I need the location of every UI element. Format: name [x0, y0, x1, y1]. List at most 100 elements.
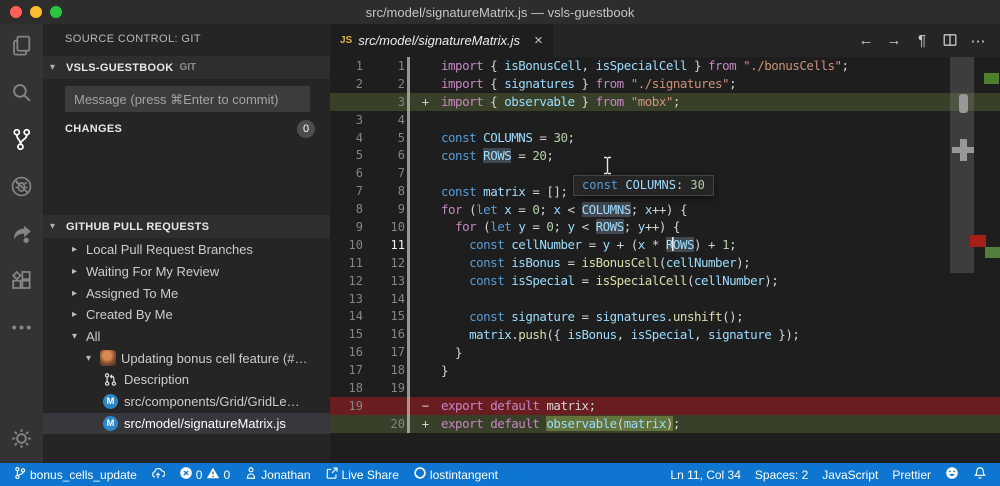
code-line[interactable]: 1213 const isSpecial = isSpecialCell(cel… — [330, 272, 1000, 290]
commit-message-input[interactable] — [65, 86, 310, 112]
new-line-number: 5 — [369, 131, 410, 145]
pull-request-icon — [103, 372, 118, 387]
tree-item[interactable]: ▸Assigned To Me — [43, 282, 330, 304]
vscode-window: src/model/signatureMatrix.js — vsls-gues… — [0, 0, 1000, 486]
tree-item-label: src/model/signatureMatrix.js — [124, 416, 286, 431]
code-line[interactable]: 19−export default matrix; — [330, 397, 1000, 415]
status-language-mode[interactable]: JavaScript — [815, 463, 885, 486]
chevron-right-icon: ▸ — [72, 288, 86, 299]
status-feedback[interactable] — [938, 463, 966, 486]
status-presence-status[interactable]: Jonathan — [237, 463, 317, 486]
status-github-account-status[interactable]: lostintangent — [406, 463, 505, 486]
tree-item[interactable]: ▸Local Pull Request Branches — [43, 239, 330, 261]
code-text: const COLUMNS = 30; — [441, 130, 575, 145]
status-live-share-status[interactable]: Live Share — [318, 463, 406, 486]
code-line[interactable]: 1314 — [330, 290, 1000, 308]
tab-signature-matrix[interactable]: JS src/model/signatureMatrix.js × — [330, 24, 553, 57]
code-text: const ROWS = 20; — [441, 148, 553, 163]
code-editor[interactable]: 11import { isBonusCell, isSpecialCell } … — [330, 57, 1000, 463]
tree-item-label: Waiting For My Review — [86, 264, 219, 279]
status-cursor-position[interactable]: Ln 11, Col 34 — [663, 463, 748, 486]
new-line-number: 16 — [369, 327, 410, 341]
tree-item[interactable]: ▸Waiting For My Review — [43, 261, 330, 283]
status-notifications[interactable] — [966, 463, 994, 486]
code-line[interactable]: 1718} — [330, 361, 1000, 379]
activity-item-source-control[interactable] — [0, 118, 43, 165]
chevron-right-icon: ▸ — [72, 266, 86, 277]
code-line[interactable]: 3+import { observable } from "mobx"; — [330, 93, 1000, 111]
old-line-number: 7 — [330, 184, 369, 198]
status-sync-status[interactable] — [144, 463, 172, 486]
traffic-light-minimize[interactable] — [30, 6, 42, 18]
code-line[interactable]: 1415 const signature = signatures.unshif… — [330, 307, 1000, 325]
code-line[interactable]: 1617 } — [330, 343, 1000, 361]
traffic-light-zoom[interactable] — [50, 6, 62, 18]
diff-marker: − — [410, 399, 441, 413]
tree-item[interactable]: Msrc/components/Grid/GridLe… — [43, 391, 330, 413]
code-line[interactable]: 89for (let x = 0; x < COLUMNS; x++) { — [330, 200, 1000, 218]
tree-item[interactable]: ▾Updating bonus cell feature (#… — [43, 347, 330, 369]
forward-button[interactable]: → — [880, 32, 908, 49]
code-line[interactable]: 45const COLUMNS = 30; — [330, 129, 1000, 147]
new-line-number: 6 — [369, 148, 410, 162]
tree-item[interactable]: Msrc/model/signatureMatrix.js — [43, 413, 330, 435]
sidebar: SOURCE CONTROL: GIT ▾ VSLS-GUESTBOOK GIT… — [43, 24, 330, 463]
window-title: src/model/signatureMatrix.js — vsls-gues… — [0, 5, 1000, 20]
activity-item-explorer[interactable] — [0, 24, 43, 71]
activity-item-settings[interactable] — [0, 419, 43, 463]
code-line[interactable]: 1011 const cellNumber = y + (x * ROWS) +… — [330, 236, 1000, 254]
old-line-number: 10 — [330, 238, 369, 252]
status-indentation[interactable]: Spaces: 2 — [748, 463, 815, 486]
code-line[interactable]: 11import { isBonusCell, isSpecialCell } … — [330, 57, 1000, 75]
scm-section-header[interactable]: ▾ VSLS-GUESTBOOK GIT — [43, 56, 330, 79]
code-line[interactable]: 1819 — [330, 379, 1000, 397]
traffic-light-close[interactable] — [10, 6, 22, 18]
status-git-branch-status[interactable]: bonus_cells_update — [6, 463, 144, 486]
scm-section-label: VSLS-GUESTBOOK — [66, 62, 174, 74]
pr-section-header[interactable]: ▾ GITHUB PULL REQUESTS — [43, 215, 330, 238]
old-line-number: 14 — [330, 309, 369, 323]
code-line[interactable]: 34 — [330, 111, 1000, 129]
warning-icon — [206, 466, 220, 483]
sidebar-title: SOURCE CONTROL: GIT — [65, 33, 201, 45]
bell-icon — [973, 466, 987, 483]
code-line[interactable]: 1112 const isBonus = isBonusCell(cellNum… — [330, 254, 1000, 272]
error-icon — [179, 466, 193, 483]
code-line[interactable]: 20+export default observable(matrix); — [330, 415, 1000, 433]
code-text: export default observable(matrix); — [441, 416, 680, 431]
code-line[interactable]: 910 for (let y = 0; y < ROWS; y++) { — [330, 218, 1000, 236]
overview-ruler-mark — [985, 247, 1000, 258]
old-line-number: 8 — [330, 202, 369, 216]
new-line-number: 10 — [369, 220, 410, 234]
tree-item[interactable]: ▾All — [43, 326, 330, 348]
old-line-number: 17 — [330, 363, 369, 377]
status-problems-status[interactable]: 00 — [172, 463, 237, 486]
activity-item-debug[interactable] — [0, 165, 43, 212]
activity-item-search[interactable] — [0, 71, 43, 118]
status-label: Live Share — [342, 468, 399, 482]
status-label: bonus_cells_update — [30, 468, 137, 482]
code-line[interactable]: 1516 matrix.push({ isBonus, isSpecial, s… — [330, 325, 1000, 343]
more-actions-button[interactable]: ⋯ — [964, 32, 992, 50]
activity-item-extensions[interactable] — [0, 259, 43, 306]
new-line-number: 11 — [369, 238, 410, 252]
tab-bar: JS src/model/signatureMatrix.js × ←→¶ ⋯ — [330, 24, 1000, 57]
tree-item[interactable]: Description — [43, 369, 330, 391]
share-icon — [9, 221, 34, 251]
activity-item-more[interactable] — [0, 306, 43, 353]
close-tab-icon[interactable]: × — [534, 32, 543, 49]
activity-item-live-share[interactable] — [0, 212, 43, 259]
back-button[interactable]: ← — [852, 32, 880, 49]
toggle-render-whitespace-button[interactable]: ¶ — [908, 32, 936, 49]
status-label: Prettier — [892, 468, 931, 482]
new-line-number: 2 — [369, 77, 410, 91]
status-formatter[interactable]: Prettier — [885, 463, 938, 486]
tree-item[interactable]: ▸Created By Me — [43, 304, 330, 326]
old-line-number: 2 — [330, 77, 369, 91]
scm-provider-tag: GIT — [180, 62, 197, 73]
code-line[interactable]: 56const ROWS = 20; — [330, 146, 1000, 164]
code-line[interactable]: 22import { signatures } from "./signatur… — [330, 75, 1000, 93]
files-icon — [9, 33, 34, 63]
split-editor-button[interactable] — [936, 32, 964, 49]
changes-row[interactable]: CHANGES 0 — [65, 119, 315, 139]
